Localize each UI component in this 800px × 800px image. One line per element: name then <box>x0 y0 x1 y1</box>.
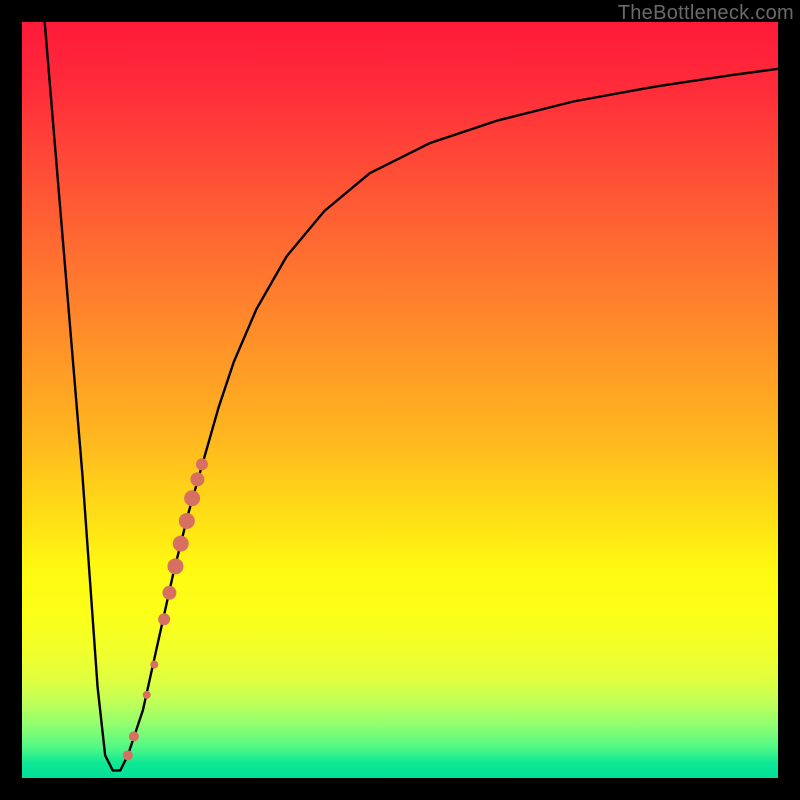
data-marker <box>184 490 200 506</box>
data-marker <box>196 458 208 470</box>
data-marker <box>162 586 176 600</box>
data-marker <box>129 731 139 741</box>
curve-line <box>45 22 778 770</box>
data-marker <box>179 513 195 529</box>
watermark-text: TheBottleneck.com <box>618 2 794 25</box>
data-marker <box>167 558 183 574</box>
data-marker <box>123 750 133 760</box>
chart-svg <box>22 22 778 778</box>
plot-area <box>22 22 778 778</box>
data-marker <box>173 536 189 552</box>
data-marker <box>158 613 170 625</box>
data-marker <box>190 472 204 486</box>
data-marker <box>150 661 158 669</box>
data-marker <box>143 691 151 699</box>
chart-frame: TheBottleneck.com <box>0 0 800 800</box>
